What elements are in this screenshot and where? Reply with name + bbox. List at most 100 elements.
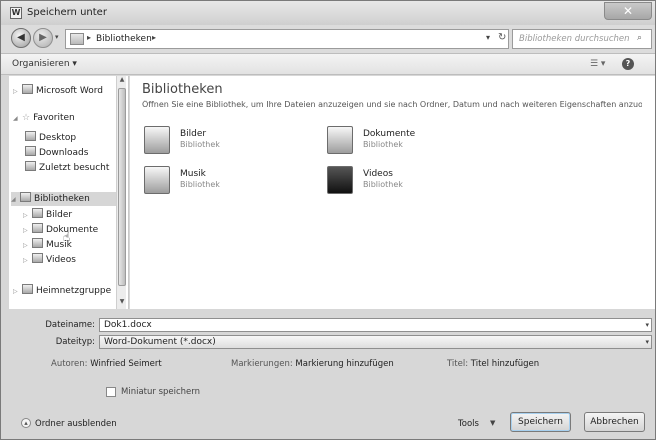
help-icon[interactable]: ? [622,58,634,70]
filetype-select[interactable]: Word-Dokument (*.docx) ▾ [99,335,652,349]
expand-icon[interactable]: ▷ [23,257,32,264]
thumbnail-checkbox[interactable] [106,387,116,397]
sidebar-item-label: Downloads [39,148,89,158]
scroll-thumb[interactable] [118,88,126,286]
tags-label: Markierungen: [231,359,293,369]
sidebar-item-label: Bibliotheken [34,194,90,204]
sidebar-item-bibliotheken[interactable]: ◢ Bibliotheken [11,192,121,206]
library-type: Bibliothek [180,140,220,149]
address-row: ◀ ▶ ▾ ▸ Bibliotheken ▸ ▾ ↻ Bibliotheken … [1,25,655,53]
music-icon [32,238,43,248]
tags-value: Markierung hinzufügen [295,359,394,369]
documents-library-icon [327,126,353,154]
sidebar-item-label: Desktop [39,133,77,143]
chevron-down-icon[interactable]: ▾ [486,33,490,42]
window-title: Speichern unter [27,7,107,18]
downloads-icon [25,146,36,156]
expand-icon[interactable]: ▷ [23,242,32,249]
sidebar-item-videos[interactable]: ▷ Videos [23,253,76,267]
title-field[interactable]: Titel: Titel hinzufügen [447,359,539,369]
sidebar-item-zuletzt-besucht[interactable]: Zuletzt besucht [25,161,109,175]
pictures-library-icon [144,126,170,154]
organize-button[interactable]: Organisieren ▾ [12,59,77,69]
save-form: Dateiname: Dok1.docx ▾ Dateityp: Word-Do… [1,311,655,439]
hide-folders-button[interactable]: Ordner ausblenden [35,419,117,429]
sidebar-item-desktop[interactable]: Desktop [25,131,76,145]
chevron-down-icon[interactable]: ▾ [645,319,649,331]
sidebar-item-label: Microsoft Word [36,86,103,96]
sidebar-item-bilder[interactable]: ▷ Bilder [23,208,72,222]
library-item-musik[interactable]: Musik Bibliothek [144,166,294,200]
authors-field[interactable]: Autoren: Winfried Seimert [51,359,162,369]
tools-button[interactable]: Tools [458,419,479,429]
library-item-bilder[interactable]: Bilder Bibliothek [144,126,294,160]
back-button[interactable]: ◀ [11,28,31,48]
recent-pages-chevron-icon[interactable]: ▾ [55,33,59,41]
homegroup-icon [22,284,33,294]
save-button[interactable]: Speichern [510,412,571,432]
filename-field[interactable]: Dok1.docx ▾ [99,318,652,332]
refresh-icon[interactable]: ↻ [498,32,506,43]
filetype-label: Dateityp: [55,337,95,347]
sidebar-item-dokumente[interactable]: ▷ Dokumente [23,223,98,237]
view-options-icon[interactable]: ☰ ▾ [590,59,605,69]
sidebar-item-label: Favoriten [33,113,75,123]
library-name: Musik [180,169,206,179]
star-icon: ☆ [22,113,31,123]
library-name: Bilder [180,129,207,139]
library-type: Bibliothek [363,180,403,189]
expand-icon[interactable]: ▷ [13,288,22,295]
music-library-icon [144,166,170,194]
sidebar-item-label: Dokumente [46,225,99,235]
expand-icon[interactable]: ▷ [13,88,22,95]
main-content: Bibliotheken Öffnen Sie eine Bibliothek,… [130,76,655,309]
tags-field[interactable]: Markierungen: Markierung hinzufügen [231,359,394,369]
search-icon: ⌕ [637,33,643,43]
forward-button[interactable]: ▶ [33,28,53,48]
navigation-pane: ▷ Microsoft Word ◢ ☆ Favoriten Desktop Down… [9,76,129,309]
videos-library-icon [327,166,353,194]
breadcrumb-separator-icon[interactable]: ▸ [87,33,91,42]
library-item-dokumente[interactable]: Dokumente Bibliothek [327,126,477,160]
sidebar-item-label: Heimnetzgruppe [36,286,112,296]
desktop-icon [25,131,36,141]
word-icon [22,84,33,94]
navigation-scrollbar[interactable]: ▲ ▼ [116,76,126,309]
title-label: Titel: [447,359,469,369]
authors-label: Autoren: [51,359,88,369]
search-input[interactable]: Bibliotheken durchsuchen ⌕ [512,29,652,49]
collapse-icon[interactable]: ◢ [13,115,22,122]
title-value: Titel hinzufügen [470,359,540,369]
sidebar-item-microsoft-word[interactable]: ▷ Microsoft Word [13,84,103,98]
search-placeholder: Bibliotheken durchsuchen [519,34,630,44]
toolbar: Organisieren ▾ ☰ ▾ ? [1,53,655,75]
expand-icon[interactable]: ▷ [23,227,32,234]
scroll-down-icon[interactable]: ▼ [117,298,127,308]
page-description: Öffnen Sie eine Bibliothek, um Ihre Date… [142,100,642,109]
filename-label: Dateiname: [45,320,95,330]
breadcrumb[interactable]: Bibliotheken [96,34,152,44]
sidebar-item-label: Videos [46,255,76,265]
library-item-videos[interactable]: Videos Bibliothek [327,166,477,200]
address-bar[interactable]: ▸ Bibliotheken ▸ ▾ ↻ [65,29,509,49]
library-type: Bibliothek [180,180,220,189]
chevron-down-icon[interactable]: ▾ [645,336,649,348]
word-icon: W [10,7,22,19]
library-folder-icon [70,33,84,45]
sidebar-item-downloads[interactable]: Downloads [25,146,88,160]
chevron-down-icon[interactable]: ▼ [490,419,495,427]
expand-icon[interactable]: ▷ [23,212,32,219]
page-title: Bibliotheken [142,82,223,97]
collapse-icon[interactable]: ▴ [21,418,31,428]
close-button[interactable]: ✕ [604,2,652,20]
cancel-button[interactable]: Abbrechen [584,412,645,432]
scroll-up-icon[interactable]: ▲ [117,76,127,86]
sidebar-item-favoriten[interactable]: ◢ ☆ Favoriten [13,113,75,127]
sidebar-item-heimnetzgruppe[interactable]: ▷ Heimnetzgruppe [13,284,111,298]
library-name: Videos [363,169,393,179]
breadcrumb-separator-icon[interactable]: ▸ [152,33,156,42]
filename-value: Dok1.docx [104,320,152,330]
videos-icon [32,253,43,263]
save-as-dialog: W Speichern unter ✕ ◀ ▶ ▾ ▸ Bibliotheken… [0,0,656,440]
collapse-icon[interactable]: ◢ [11,196,20,203]
